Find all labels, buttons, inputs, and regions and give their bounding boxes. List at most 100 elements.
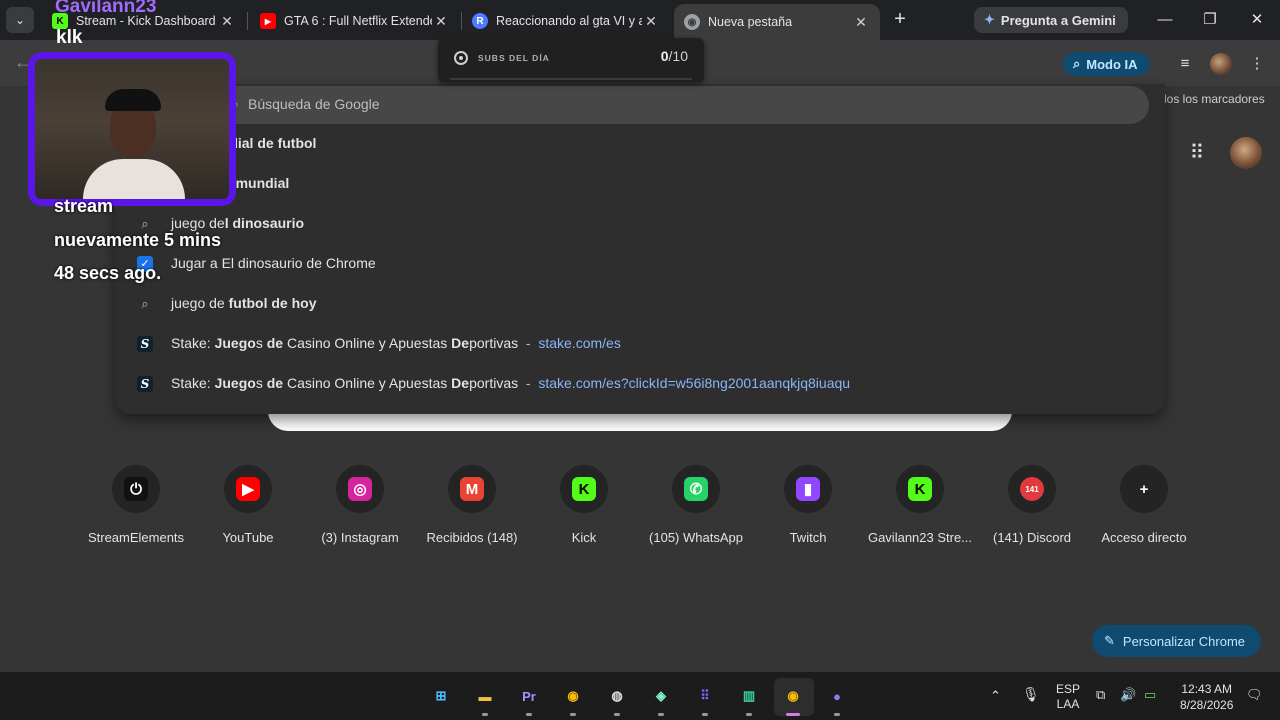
shortcut-icon-circle: ✆ (672, 465, 720, 513)
shortcut-label: Gavilann23 Stre... (867, 530, 973, 545)
tab-title: GTA 6 : Full Netflix Extended (284, 14, 432, 28)
tab-title: Nueva pestaña (708, 15, 793, 29)
subs-label: SUBS DEL DÍA (478, 53, 550, 63)
shortcut-tile[interactable]: 141 (141) Discord (976, 465, 1088, 555)
chat-app-icon[interactable]: ● (824, 684, 850, 708)
suggestion-row[interactable]: S Stake: Juegos de Casino Online y Apues… (115, 364, 1165, 404)
network-icon[interactable]: ⧉ (1096, 687, 1105, 703)
webcam-frame (28, 52, 236, 206)
add-shortcut-icon: + (1132, 477, 1156, 501)
audio-app-icon[interactable]: ▥ (736, 684, 762, 708)
clock[interactable]: 12:43 AM 8/28/2026 (1180, 681, 1233, 713)
shortcut-tile[interactable]: ▮ Twitch (752, 465, 864, 555)
running-indicator (526, 713, 532, 716)
google-account-avatar[interactable] (1230, 137, 1262, 169)
suggestion-row[interactable]: S Stake: Juegos de Casino Online y Apues… (115, 324, 1165, 364)
suggestion-url: stake.com/es (538, 335, 621, 351)
shortcut-tile[interactable]: + Acceso directo (1088, 465, 1200, 555)
pencil-icon: ✎ (1104, 633, 1115, 648)
microphone-icon[interactable]: 🎙 (1022, 686, 1040, 703)
ask-gemini-button[interactable]: ✦ Pregunta a Gemini (974, 7, 1128, 33)
shortcut-label: (105) WhatsApp (649, 530, 743, 545)
more-menu-icon[interactable]: ⋮ (1245, 52, 1269, 76)
shortcut-icon-circle: ▶ (224, 465, 272, 513)
running-indicator (702, 713, 708, 716)
obs-icon[interactable]: ◍ (604, 684, 630, 708)
webcam-feed (35, 59, 229, 199)
shortcut-tile[interactable]: ⏻ StreamElements (80, 465, 192, 555)
restore-button[interactable]: ❐ (1190, 6, 1230, 34)
search-icon: ⌕ (141, 296, 149, 311)
notifications-icon[interactable]: 🗨 (1246, 687, 1263, 703)
suggestion-row[interactable]: ⌕ juego del dinosaurio (115, 204, 1165, 244)
shortcut-tile[interactable]: K Kick (528, 465, 640, 555)
shortcut-tile[interactable]: ✆ (105) WhatsApp (640, 465, 752, 555)
tab-gta6[interactable]: ▶ GTA 6 : Full Netflix Extended ✕ (250, 6, 460, 36)
close-tab-icon[interactable]: ✕ (852, 14, 870, 31)
stake-icon: S (137, 376, 153, 392)
shortcut-icon-circle: ◎ (336, 465, 384, 513)
shortcut-tile[interactable]: ▶ YouTube (192, 465, 304, 555)
new-tab-button[interactable]: + (888, 8, 912, 32)
customize-chrome-button[interactable]: ✎ Personalizar Chrome (1092, 625, 1262, 657)
tab-search-button[interactable]: ⌄ (6, 7, 34, 33)
whatsapp-icon: ✆ (684, 477, 708, 501)
modo-ia-button[interactable]: ⌕ Modo IA (1063, 52, 1150, 76)
suggestion-row[interactable]: ⌕ hoy en el mundial (115, 164, 1165, 204)
volume-icon[interactable]: 🔊 (1120, 687, 1136, 703)
clock-time: 12:43 AM (1181, 682, 1233, 696)
chrome-active-icon[interactable]: ◉ (780, 684, 806, 708)
instagram-icon: ◎ (348, 477, 372, 501)
streamlabs-icon[interactable]: ◈ (648, 684, 674, 708)
all-bookmarks-label[interactable]: dos los marcadores (1160, 92, 1265, 106)
customize-label: Personalizar Chrome (1122, 633, 1246, 649)
tab-reaccionando[interactable]: R Reaccionando al gta VI y a ✕ (462, 6, 670, 36)
shortcut-label: StreamElements (87, 530, 185, 545)
kick-icon: K (908, 477, 932, 501)
overlay-message-line: 48 secs ago. (54, 263, 162, 283)
suggestion-row[interactable]: ⌕ hoy mundial de futbol (115, 124, 1165, 164)
chevron-up-icon[interactable]: ⌃ (990, 688, 1001, 704)
tab-title: Reaccionando al gta VI y a (496, 14, 642, 28)
twitch-icon: ▮ (796, 477, 820, 501)
suggestion-row[interactable]: ⌕ juego de futbol de hoy (115, 284, 1165, 324)
google-apps-icon[interactable]: ⠿ (1186, 142, 1208, 164)
close-tab-icon[interactable]: ✕ (642, 13, 660, 30)
premiere-pro-icon[interactable]: Pr (516, 684, 542, 708)
shortcut-icon-circle: K (896, 465, 944, 513)
profile-avatar[interactable] (1210, 53, 1232, 75)
suggestion-row[interactable]: ✓ Jugar a El dinosaurio de Chrome (115, 244, 1165, 284)
battery-icon[interactable]: ▭ (1144, 687, 1156, 703)
tab-nueva-pestana[interactable]: ◉ Nueva pestaña ✕ (674, 4, 880, 40)
shortcut-label: (3) Instagram (321, 530, 399, 545)
shortcut-tile[interactable]: K Gavilann23 Stre... (864, 465, 976, 555)
file-explorer-icon[interactable]: ▬ (472, 684, 498, 708)
language-indicator[interactable]: ESP LAA (1056, 682, 1080, 712)
shortcut-icon-circle: K (560, 465, 608, 513)
close-tab-icon[interactable]: ✕ (432, 13, 450, 30)
modo-ia-label: Modo IA (1086, 56, 1138, 72)
running-indicator (482, 713, 488, 716)
search-sparkle-icon: ⌕ (1073, 56, 1081, 71)
minimize-button[interactable]: — (1145, 6, 1185, 34)
subs-count: 0/10 (660, 48, 688, 64)
shortcut-label: Recibidos (148) (426, 530, 518, 545)
tab-strip: ⌄ K Stream - Kick Dashboard ✕ ▶ GTA 6 : … (0, 0, 1280, 40)
launcher-icon[interactable]: ⠿ (692, 684, 718, 708)
shortcut-icon-circle: ⏻ (112, 465, 160, 513)
shortcut-icon-circle: + (1120, 465, 1168, 513)
close-window-button[interactable]: ✕ (1237, 6, 1277, 34)
chrome-icon[interactable]: ◉ (560, 684, 586, 708)
shortcut-tile[interactable]: M Recibidos (148) (416, 465, 528, 555)
chevron-down-icon: ⌄ (14, 13, 26, 27)
restore-icon: ❐ (1203, 11, 1217, 28)
plus-icon: + (894, 8, 906, 30)
shortcut-tile[interactable]: ◎ (3) Instagram (304, 465, 416, 555)
media-controls-icon[interactable]: ≡ (1173, 52, 1197, 76)
shortcut-label: Kick (571, 530, 597, 545)
person-cap (105, 89, 161, 111)
streamelements-icon: ⏻ (124, 477, 148, 501)
running-indicator (746, 713, 752, 716)
windows-start-icon[interactable]: ⊞ (428, 684, 454, 708)
close-tab-icon[interactable]: ✕ (218, 13, 236, 30)
